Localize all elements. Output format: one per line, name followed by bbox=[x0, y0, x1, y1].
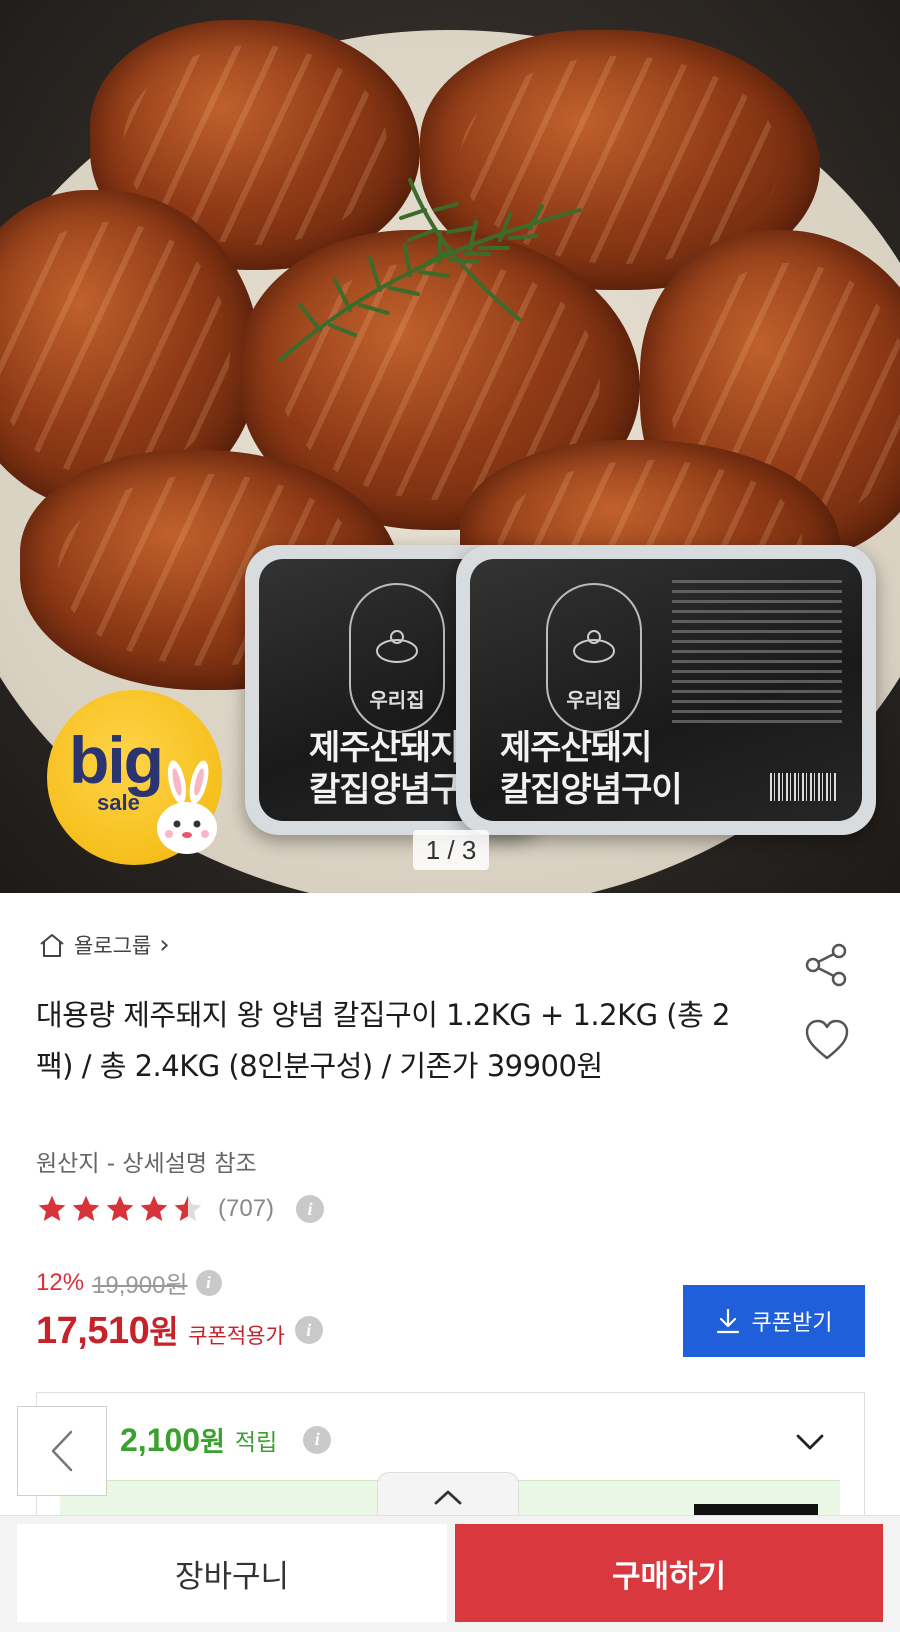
star-rating bbox=[36, 1193, 204, 1225]
coupon-button-label: 쿠폰받기 bbox=[751, 1311, 833, 1336]
product-origin: 원산지 - 상세설명 참조 bbox=[36, 1151, 257, 1177]
big-sale-badge: big sale bbox=[47, 690, 222, 865]
discount-rate: 12% bbox=[36, 1268, 85, 1296]
info-icon[interactable]: i bbox=[303, 1425, 332, 1454]
coupon-price-label: 쿠폰적용가 bbox=[188, 1324, 285, 1348]
chevron-left-icon bbox=[51, 1430, 73, 1472]
final-price: 17,510원 bbox=[36, 1310, 179, 1352]
download-icon bbox=[716, 1308, 739, 1334]
coupon-download-button[interactable]: 쿠폰받기 bbox=[683, 1285, 865, 1357]
star-icon bbox=[140, 1195, 168, 1221]
chevron-up-icon bbox=[434, 1490, 462, 1504]
points-label: 적립 bbox=[234, 1429, 278, 1456]
info-icon[interactable]: i bbox=[195, 1269, 222, 1296]
buy-button[interactable]: 구매하기 bbox=[455, 1524, 883, 1622]
seller-name: 욜로그룹 bbox=[74, 934, 152, 958]
brand-logo: 우리집 bbox=[349, 583, 445, 733]
product-image-carousel[interactable]: 우리집 제주산돼지 칼집양념구이 우리집 제주산돼지 칼집양념구이 big sa… bbox=[0, 0, 900, 893]
product-title: 대용량 제주돼지 왕 양념 칼집구이 1.2KG + 1.2KG (총 2팩) … bbox=[36, 998, 730, 1083]
rating[interactable]: (707) i bbox=[36, 1193, 325, 1225]
barcode bbox=[770, 773, 836, 801]
badge-sale-text: sale bbox=[97, 790, 140, 815]
cart-button[interactable]: 장바구니 bbox=[17, 1524, 447, 1622]
chevron-down-icon[interactable] bbox=[794, 1430, 826, 1454]
seller-link[interactable]: 욜로그룹 › bbox=[38, 930, 170, 960]
original-price: 19,900원 bbox=[92, 1272, 188, 1299]
star-icon bbox=[38, 1195, 66, 1221]
pig-icon bbox=[376, 630, 418, 663]
info-icon[interactable]: i bbox=[296, 1195, 325, 1223]
info-icon[interactable]: i bbox=[294, 1316, 323, 1344]
heart-icon[interactable] bbox=[803, 1018, 851, 1062]
half-star-icon bbox=[174, 1195, 202, 1221]
star-icon bbox=[106, 1195, 134, 1221]
points-row[interactable]: 2,100원 적립 i bbox=[120, 1420, 332, 1459]
points-amount: 2,100원 bbox=[120, 1422, 225, 1458]
rating-count: (707) bbox=[218, 1195, 275, 1222]
nutrition-label bbox=[672, 573, 842, 803]
star-icon bbox=[72, 1195, 100, 1221]
brand-name: 우리집 bbox=[566, 688, 622, 712]
package-title: 제주산돼지 칼집양념구이 bbox=[500, 728, 683, 810]
share-icon[interactable] bbox=[803, 942, 849, 988]
final-price-row: 17,510원 쿠폰적용가 i bbox=[36, 1307, 323, 1353]
back-button[interactable] bbox=[17, 1406, 107, 1496]
image-pager: 1 / 3 bbox=[413, 830, 489, 870]
package-right: 우리집 제주산돼지 칼집양념구이 bbox=[456, 545, 876, 835]
brand-name: 우리집 bbox=[369, 688, 425, 712]
rosemary-garnish bbox=[278, 178, 582, 362]
pig-icon bbox=[573, 630, 615, 663]
chevron-right-icon: › bbox=[159, 930, 170, 960]
brand-logo: 우리집 bbox=[546, 583, 642, 733]
home-icon bbox=[40, 934, 64, 957]
price-original-row: 12% 19,900원 i bbox=[36, 1265, 222, 1300]
bunny-icon bbox=[157, 760, 217, 854]
expand-tab[interactable] bbox=[377, 1472, 519, 1520]
